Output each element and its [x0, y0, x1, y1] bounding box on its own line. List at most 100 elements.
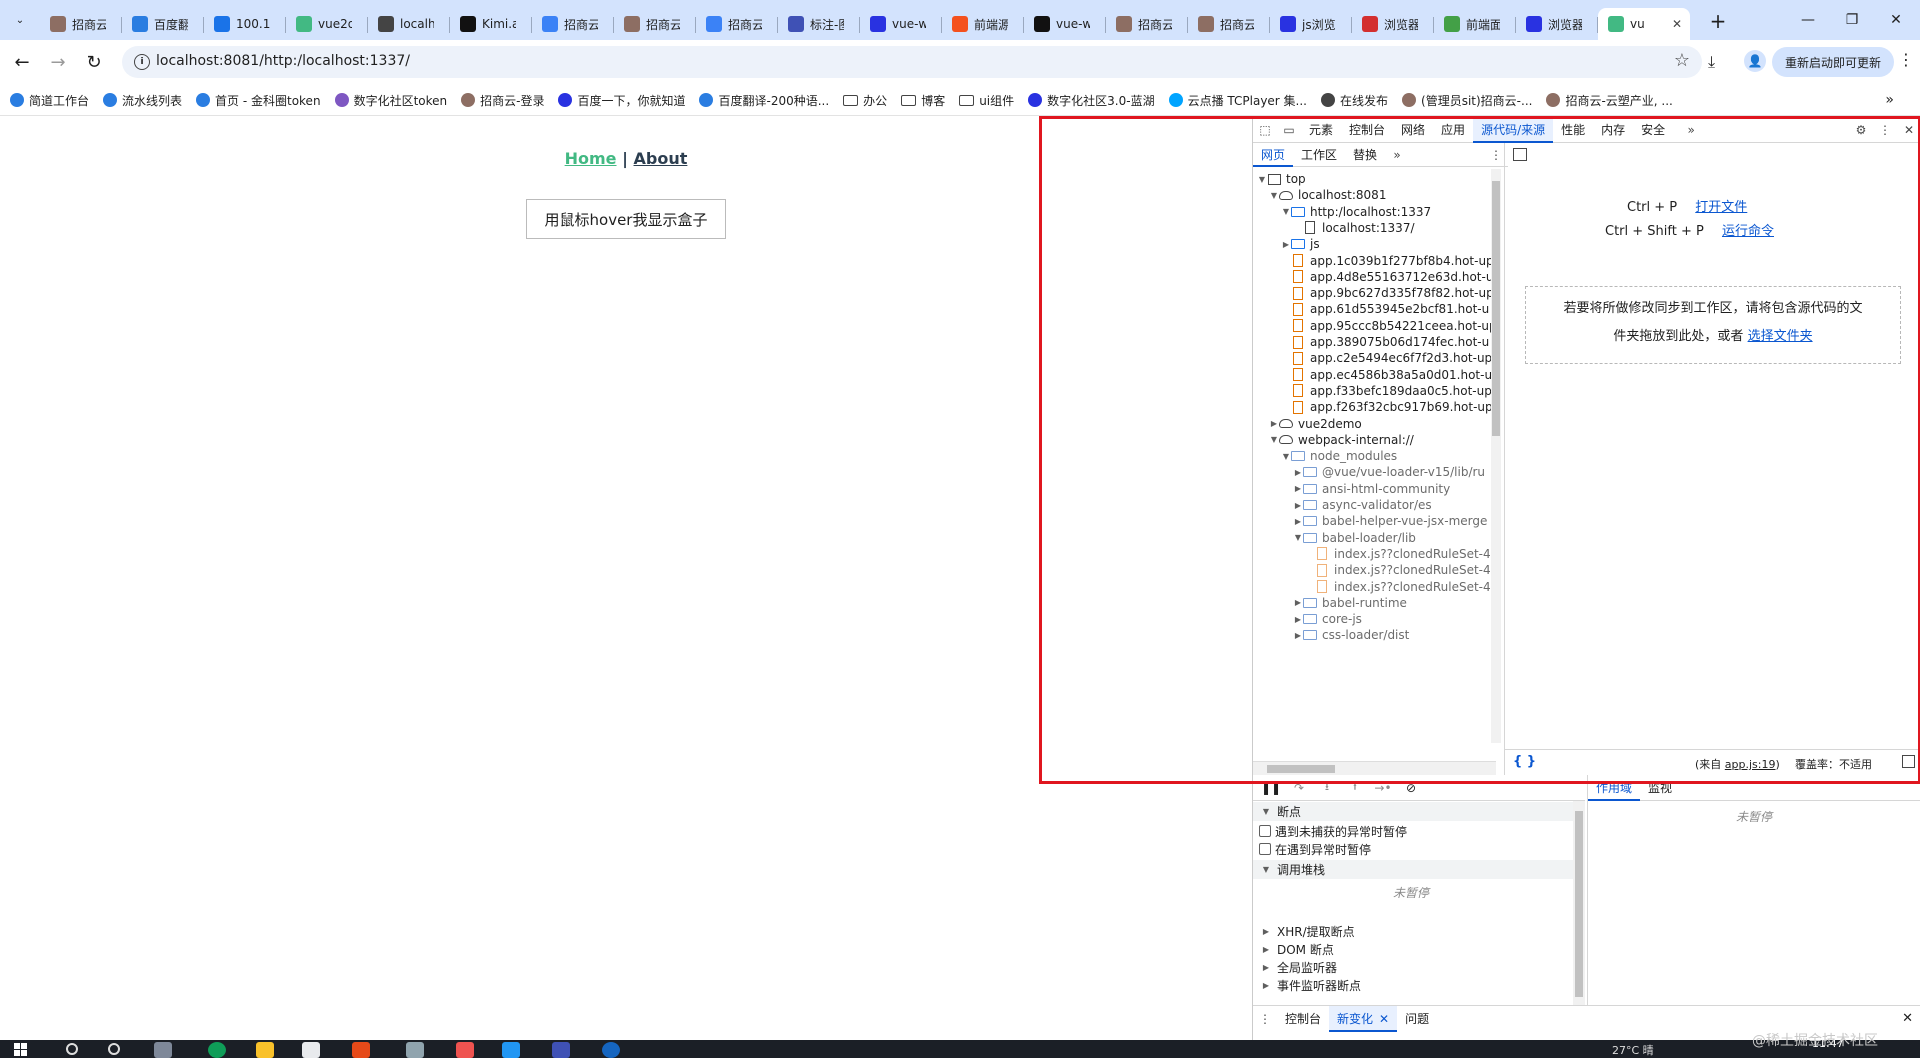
bookmark-item[interactable]: 流水线列表: [103, 90, 182, 110]
info-icon[interactable]: i: [134, 54, 150, 70]
browser-tab[interactable]: 招商云: [1106, 8, 1188, 40]
pause-caught-option[interactable]: 在遇到异常时暂停: [1259, 840, 1371, 858]
bookmark-item[interactable]: 招商云-登录: [461, 90, 544, 110]
pause-uncaught-checkbox[interactable]: [1259, 825, 1271, 837]
active-tab[interactable]: vu ✕: [1598, 8, 1690, 40]
browser-tab[interactable]: 招商云: [532, 8, 614, 40]
widgets-icon[interactable]: [154, 1042, 172, 1058]
devtools-tab[interactable]: 应用: [1433, 117, 1473, 143]
debugger-section-header[interactable]: ▶ DOM 断点: [1253, 940, 1573, 959]
about-link[interactable]: About: [634, 149, 688, 168]
devtools-tab[interactable]: 元素: [1301, 117, 1341, 143]
debugger-section-header[interactable]: ▶ 事件监听器断点: [1253, 976, 1573, 995]
browser-tab[interactable]: 百度翻: [122, 8, 204, 40]
step-into-icon[interactable]: ⭳: [1315, 777, 1339, 799]
settings-gear-icon[interactable]: ⚙: [1849, 118, 1873, 142]
drawer-tab[interactable]: 控制台: [1277, 1006, 1329, 1032]
browser-tab[interactable]: 100.10: [204, 8, 286, 40]
star-icon[interactable]: ☆: [1674, 50, 1690, 71]
close-tab-icon[interactable]: ✕: [1379, 1006, 1389, 1030]
select-folder-link[interactable]: 选择文件夹: [1748, 329, 1813, 344]
bookmark-item[interactable]: 云点播 TCPlayer 集...: [1168, 90, 1307, 110]
home-link[interactable]: Home: [565, 149, 617, 168]
browser-tab[interactable]: vue2d: [286, 8, 368, 40]
breakpoints-header[interactable]: ▼ 断点: [1253, 802, 1573, 821]
pause-uncaught-option[interactable]: 遇到未捕获的异常时暂停: [1259, 822, 1407, 840]
url-text[interactable]: localhost:8081/http:/localhost:1337/: [156, 53, 410, 69]
scope-tab[interactable]: 监视: [1640, 775, 1680, 801]
browser-tab[interactable]: 招商云: [696, 8, 778, 40]
close-window-button[interactable]: ✕: [1876, 6, 1916, 34]
debugger-section-header[interactable]: ▶ 全局监听器: [1253, 958, 1573, 977]
bookmark-item[interactable]: 百度翻译-200种语...: [699, 90, 829, 110]
more-navigator-tabs-icon[interactable]: »: [1385, 143, 1409, 167]
devtools-tab[interactable]: 控制台: [1341, 117, 1393, 143]
collapsed-arrow-icon[interactable]: ▶: [1293, 598, 1303, 607]
bookmark-item[interactable]: 简道工作台: [10, 90, 89, 110]
bookmark-item[interactable]: 百度一下，你就知道: [558, 90, 685, 110]
system-tray-weather[interactable]: 27°C 晴: [1612, 1042, 1654, 1058]
devtools-tab[interactable]: 安全: [1633, 117, 1673, 143]
minimize-button[interactable]: —: [1788, 6, 1828, 34]
pause-caught-checkbox[interactable]: [1259, 843, 1271, 855]
deactivate-breakpoints-icon[interactable]: ⊘: [1399, 777, 1423, 799]
bookmark-item[interactable]: 办公: [843, 90, 887, 110]
device-toggle-icon[interactable]: ▭: [1277, 118, 1301, 142]
edge-icon[interactable]: [208, 1042, 226, 1058]
collapsed-arrow-icon[interactable]: ▶: [1293, 615, 1303, 624]
app-icon[interactable]: [552, 1042, 570, 1058]
browser-tab[interactable]: 招商云: [614, 8, 696, 40]
drawer-tab[interactable]: 新变化 ✕: [1329, 1005, 1398, 1032]
browser-tab[interactable]: 浏览器: [1352, 8, 1434, 40]
windows-start-icon[interactable]: [14, 1043, 28, 1057]
browser-tab[interactable]: 标注-图: [778, 8, 860, 40]
more-bookmarks-icon[interactable]: »: [1885, 92, 1894, 108]
toggle-navigator-icon[interactable]: [1513, 148, 1527, 161]
profile-avatar[interactable]: 👤: [1744, 50, 1766, 72]
more-menu-icon[interactable]: ⋮: [1898, 50, 1914, 69]
collapsed-arrow-icon[interactable]: ▶: [1269, 419, 1279, 428]
bookmark-item[interactable]: 招商云-云塑产业, ...: [1546, 90, 1673, 110]
app-icon[interactable]: [456, 1042, 474, 1058]
browser-tab[interactable]: 前端面: [1434, 8, 1516, 40]
pause-icon[interactable]: ❚❚: [1259, 777, 1283, 799]
vscode-icon[interactable]: [502, 1042, 520, 1058]
browser-tab[interactable]: Kimi.a: [450, 8, 532, 40]
pretty-print-icon[interactable]: { }: [1513, 754, 1536, 769]
app-icon[interactable]: [602, 1042, 620, 1058]
step-icon[interactable]: →•: [1371, 777, 1395, 799]
workspace-drop-zone[interactable]: 若要将所做修改同步到工作区，请将包含源代码的文 件夹拖放到此处，或者 选择文件夹: [1525, 286, 1901, 364]
scrollbar-thumb[interactable]: [1492, 181, 1500, 436]
navigator-tab[interactable]: 工作区: [1293, 143, 1345, 167]
step-over-icon[interactable]: ↷: [1287, 777, 1311, 799]
hover-trigger-button[interactable]: 用鼠标hover我显示盒子: [526, 199, 726, 239]
coverage-icon[interactable]: [1902, 755, 1915, 768]
devtools-tab[interactable]: 网络: [1393, 117, 1433, 143]
collapsed-arrow-icon[interactable]: ▶: [1293, 631, 1303, 640]
back-button[interactable]: ←: [8, 48, 36, 76]
bookmark-item[interactable]: 在线发布: [1321, 90, 1388, 110]
expanded-arrow-icon[interactable]: ▼: [1281, 452, 1291, 461]
new-tab-button[interactable]: +: [1705, 8, 1731, 34]
search-icon[interactable]: [66, 1043, 78, 1055]
navigator-tab[interactable]: 网页: [1253, 143, 1294, 167]
debugger-scrollbar[interactable]: [1573, 801, 1585, 1019]
tree-item[interactable]: ▶ css-loader/dist: [1253, 625, 1496, 645]
bookmark-item[interactable]: 首页 - 金科圈token: [196, 90, 321, 110]
debugger-section-header[interactable]: ▶ XHR/提取断点: [1253, 922, 1573, 941]
forward-button[interactable]: →: [44, 48, 72, 76]
file-explorer-icon[interactable]: [256, 1042, 274, 1058]
relaunch-update-button[interactable]: 重新启动即可更新: [1772, 47, 1894, 77]
expanded-arrow-icon[interactable]: ▼: [1269, 191, 1279, 200]
drawer-menu-icon[interactable]: ⋮: [1253, 1007, 1277, 1031]
devtools-tab[interactable]: 性能: [1553, 117, 1593, 143]
browser-tab[interactable]: vue-w: [860, 8, 942, 40]
open-file-link[interactable]: 打开文件: [1695, 200, 1747, 215]
more-tabs-icon[interactable]: »: [1679, 118, 1703, 142]
download-icon[interactable]: ⤓: [1708, 52, 1715, 72]
tab-search-button[interactable]: ⌄: [8, 8, 32, 32]
close-tab-icon[interactable]: ✕: [1672, 17, 1682, 31]
bookmark-item[interactable]: 博客: [901, 90, 945, 110]
address-bar[interactable]: i localhost:8081/http:/localhost:1337/ ☆: [122, 46, 1702, 78]
devtools-menu-icon[interactable]: ⋮: [1873, 118, 1897, 142]
